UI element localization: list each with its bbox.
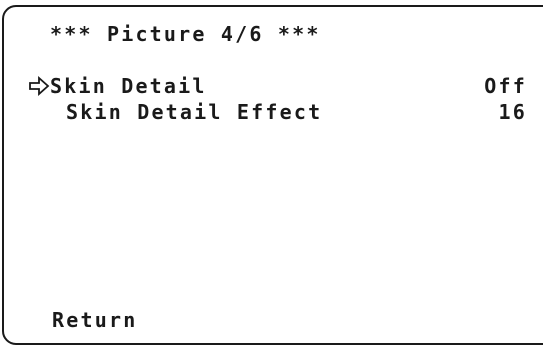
selection-cursor-icon	[28, 75, 50, 97]
return-button[interactable]: Return	[52, 308, 137, 332]
page-title: *** Picture 4/6 ***	[50, 22, 321, 46]
skin-detail-value: Off	[484, 74, 527, 98]
menu-frame	[2, 5, 543, 345]
skin-detail-effect-value: 16	[498, 100, 527, 124]
menu-item-skin-detail-effect[interactable]: Skin Detail Effect	[66, 100, 322, 124]
menu-item-skin-detail[interactable]: Skin Detail	[50, 74, 207, 98]
